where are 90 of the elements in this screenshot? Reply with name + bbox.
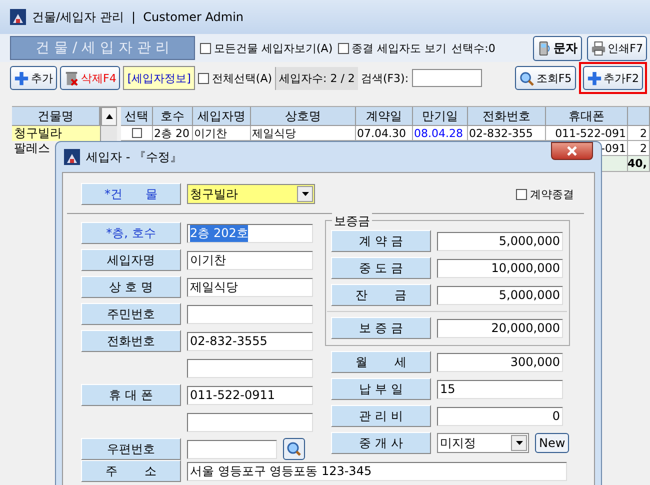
input-field[interactable]: 5,000,000 xyxy=(437,232,563,250)
input-field[interactable]: 02-832-3555 xyxy=(187,332,313,350)
checkbox-label: 전체선택(A) xyxy=(212,70,272,86)
column-header: 선택 xyxy=(121,107,153,126)
input-field[interactable]: 2층 202호 xyxy=(187,224,313,242)
dropdown-arrow-icon xyxy=(302,192,308,196)
input-field[interactable]: 이기찬 xyxy=(187,250,313,270)
search-icon xyxy=(286,441,302,457)
field-label: 계 약 금 xyxy=(331,230,431,252)
dropdown-arrow-icon xyxy=(516,441,522,445)
query-button[interactable]: 조회F5 xyxy=(515,66,576,90)
close-button[interactable] xyxy=(551,142,593,160)
checkbox[interactable] xyxy=(198,72,209,84)
plus-icon xyxy=(586,70,602,86)
search-icon xyxy=(519,70,534,86)
checkbox[interactable] xyxy=(338,42,349,54)
checkbox-label: 종결 세입자도 보기 xyxy=(352,40,447,56)
sms-button[interactable]: 문자 xyxy=(532,36,582,60)
column-header: 휴대폰 xyxy=(546,107,628,126)
input-field[interactable]: 0 xyxy=(437,406,563,426)
phone-icon xyxy=(536,40,552,56)
field-label: 보 증 금 xyxy=(331,317,431,339)
print-button[interactable]: 인쇄F7 xyxy=(586,36,647,60)
input-field[interactable]: 서울 영등포구 영등포동 123-345 xyxy=(187,462,567,480)
printer-icon xyxy=(590,40,606,56)
page-heading: 건 물 / 세 입 자 관 리 xyxy=(10,36,195,60)
field-label: 주민번호 xyxy=(81,303,181,325)
plus-icon xyxy=(14,70,29,86)
column-header: 상호명 xyxy=(251,107,356,126)
total-cell: 40, xyxy=(628,156,650,172)
checkbox-label: 계약종결 xyxy=(530,186,574,202)
group-label: 보증금 xyxy=(332,213,372,230)
column-header: 호수 xyxy=(153,107,193,126)
input-field[interactable]: 10,000,000 xyxy=(437,258,563,278)
checkbox[interactable] xyxy=(200,42,211,54)
building-item[interactable]: 청구빌라 xyxy=(12,126,100,141)
field-label: 주 소 xyxy=(81,460,181,482)
field-label: 전화번호 xyxy=(81,330,181,352)
input-field[interactable]: 300,000 xyxy=(437,352,563,372)
app-icon xyxy=(64,149,80,165)
column-header: 만기일 xyxy=(413,107,468,126)
close-icon xyxy=(567,146,577,156)
column-header: 계약일 xyxy=(356,107,413,126)
field-label: 중 개 사 xyxy=(331,432,431,454)
up-arrow-icon xyxy=(106,114,112,119)
field-label: 우편번호 xyxy=(81,438,181,460)
search-field[interactable] xyxy=(412,69,482,87)
dialog-title: 세입자 - 『수정』 xyxy=(86,148,182,166)
field-label: 상 호 명 xyxy=(81,276,181,298)
field-label: 납 부 일 xyxy=(331,378,431,400)
input-field[interactable]: 011-522-0911 xyxy=(187,386,313,404)
field-label: 잔 금 xyxy=(331,284,431,306)
field-label: 중 도 금 xyxy=(331,257,431,279)
input-field[interactable]: 제일식당 xyxy=(187,278,313,296)
input-field[interactable]: 20,000,000 xyxy=(437,318,563,338)
search-button[interactable] xyxy=(283,438,305,460)
input-field[interactable] xyxy=(187,304,313,324)
trash-icon xyxy=(64,70,79,86)
app-icon xyxy=(10,9,26,25)
input-field[interactable]: 5,000,000 xyxy=(437,286,563,304)
window-title: 건물/세입자 관리 | Customer Admin xyxy=(32,8,244,26)
input-field[interactable] xyxy=(187,440,277,458)
field-label: 관 리 비 xyxy=(331,405,431,427)
tenant-info-button[interactable]: [세입자정보] xyxy=(123,66,195,90)
column-header: 전화번호 xyxy=(468,107,546,126)
field-label: *층, 호수 xyxy=(81,222,181,244)
search-label: 검색(F3): xyxy=(360,70,409,86)
delete-button[interactable]: 삭제F4 xyxy=(60,66,120,90)
field-label: 휴 대 폰 xyxy=(81,384,181,406)
add-button[interactable]: 추가F2 xyxy=(582,66,643,90)
building-dropdown[interactable]: 청구빌라 xyxy=(187,184,315,204)
input-field[interactable] xyxy=(187,412,313,432)
field-label: 월 세 xyxy=(331,351,431,373)
input-field[interactable] xyxy=(187,358,313,378)
column-header: 건물명 xyxy=(12,107,100,126)
checkbox-label: 모든건물 세입자보기(A) xyxy=(214,40,333,56)
column-header xyxy=(628,107,650,126)
checkbox[interactable] xyxy=(516,188,527,200)
checkbox[interactable] xyxy=(132,128,142,138)
field-label: 세입자명 xyxy=(81,249,181,271)
selection-count: 선택수:0 xyxy=(452,40,496,56)
field-label: *건 물 xyxy=(81,183,181,205)
new-button[interactable]: New xyxy=(535,433,570,453)
input-field[interactable]: 15 xyxy=(437,380,563,398)
agent-dropdown[interactable]: 미지정 xyxy=(437,433,529,453)
column-header: 세입자명 xyxy=(193,107,251,126)
add-button[interactable]: 추가 xyxy=(10,66,57,90)
tenant-count: 세입자수: 2 / 2 xyxy=(275,66,358,90)
scroll-up-button[interactable] xyxy=(101,107,117,126)
table-cell: 2 xyxy=(628,126,650,141)
